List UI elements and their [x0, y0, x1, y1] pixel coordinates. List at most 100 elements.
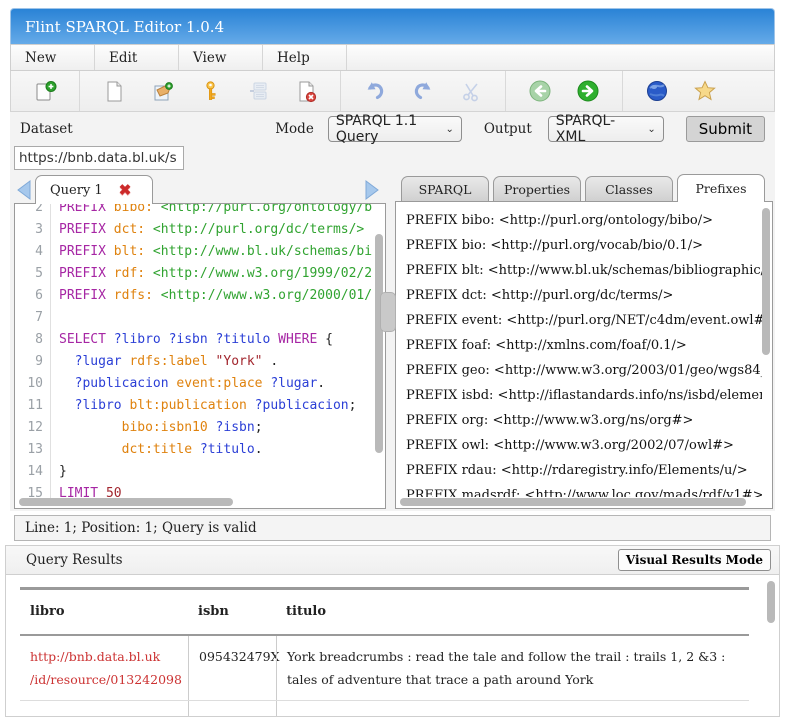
- code-text: SELECT ?libro ?isbn ?titulo WHERE {: [51, 329, 333, 351]
- code-text: PREFIX rdf: <http://www.w3.org/1999/02/2: [51, 263, 372, 285]
- code-line: 5PREFIX rdf: <http://www.w3.org/1999/02/…: [15, 263, 385, 285]
- tab-properties[interactable]: Properties: [493, 176, 581, 202]
- code-token: ?publicacion: [247, 398, 349, 413]
- tab-scroll-right-icon[interactable]: [364, 180, 380, 200]
- undo-icon[interactable]: [363, 79, 387, 103]
- results-vscroll-thumb[interactable]: [767, 581, 775, 623]
- panel-hscroll-thumb[interactable]: [400, 498, 746, 506]
- code-line: 7: [15, 307, 385, 329]
- app-window: Flint SPARQL Editor 1.0.4 New Edit View …: [10, 8, 775, 717]
- code-token: ;: [349, 398, 357, 413]
- controls-row: Dataset Mode SPARQL 1.1 Query ⌄ Output S…: [10, 112, 775, 144]
- prefix-item[interactable]: PREFIX org: <http://www.w3.org/ns/org#>: [406, 408, 762, 433]
- code-token: WHERE: [270, 332, 317, 347]
- code-token: ?isbn: [208, 420, 255, 435]
- panel-splitter-handle[interactable]: [380, 292, 396, 332]
- code-text: dct:title ?titulo.: [51, 439, 263, 461]
- results-vertical-scrollbar: [766, 575, 776, 716]
- line-number: 8: [15, 329, 51, 351]
- close-tab-icon[interactable]: ✖: [119, 183, 132, 198]
- code-token: ?lugar: [59, 354, 122, 369]
- hand-page-icon[interactable]: [150, 79, 174, 103]
- result-uri-link[interactable]: http://bnb.data.bl.uk: [30, 710, 178, 716]
- prefix-item[interactable]: PREFIX owl: <http://www.w3.org/2002/07/o…: [406, 433, 762, 458]
- prefix-item[interactable]: PREFIX foaf: <http://xmlns.com/foaf/0.1/…: [406, 333, 762, 358]
- prefix-item[interactable]: PREFIX bio: <http://purl.org/vocab/bio/0…: [406, 233, 762, 258]
- editor-hscroll-thumb[interactable]: [19, 498, 234, 506]
- prefix-item[interactable]: PREFIX bibo: <http://purl.org/ontology/b…: [406, 208, 762, 233]
- delete-page-icon[interactable]: [294, 79, 318, 103]
- result-uri-link[interactable]: /id/resource/013242098: [30, 668, 178, 691]
- code-token: .: [317, 376, 325, 391]
- prefix-list: PREFIX bibo: <http://purl.org/ontology/b…: [396, 202, 772, 509]
- code-token: PREFIX: [59, 288, 106, 303]
- editor-vscroll-thumb[interactable]: [375, 234, 383, 453]
- menu-view[interactable]: View: [179, 45, 263, 70]
- menu-bar: New Edit View Help: [10, 44, 775, 71]
- save-page-icon: [246, 79, 270, 103]
- code-line: 9 ?lugar rdfs:label "York" .: [15, 351, 385, 373]
- line-number: 11: [15, 395, 51, 417]
- editor-vertical-scrollbar: [374, 204, 384, 508]
- menu-new[interactable]: New: [11, 45, 95, 70]
- code-line: 4PREFIX blt: <http://www.bl.uk/schemas/b…: [15, 241, 385, 263]
- code-token: <http://purl.org/ontology/b: [153, 203, 372, 215]
- star-icon[interactable]: [693, 79, 717, 103]
- tab-sparql[interactable]: SPARQL: [401, 176, 489, 202]
- code-editor[interactable]: 2PREFIX bibo: <http://purl.org/ontology/…: [14, 203, 386, 509]
- prefix-item[interactable]: PREFIX blt: <http://www.bl.uk/schemas/bi…: [406, 258, 762, 283]
- menu-help[interactable]: Help: [263, 45, 347, 70]
- prefix-item[interactable]: PREFIX rdau: <http://rdaregistry.info/El…: [406, 458, 762, 483]
- code-line: 3PREFIX dct: <http://purl.org/dc/terms/>: [15, 219, 385, 241]
- tab-classes[interactable]: Classes: [585, 176, 673, 202]
- chevron-down-icon: ⌄: [445, 124, 453, 135]
- submit-button[interactable]: Submit: [686, 116, 765, 142]
- code-token: ?lugar: [263, 376, 318, 391]
- code-token: PREFIX: [59, 222, 106, 237]
- tab-scroll-left-icon[interactable]: [16, 180, 32, 200]
- key-icon[interactable]: [198, 79, 222, 103]
- code-line: 8SELECT ?libro ?isbn ?titulo WHERE {: [15, 329, 385, 351]
- query-results-section: Query Results Visual Results Mode libro …: [5, 545, 780, 717]
- query-tab[interactable]: Query 1 ✖: [35, 175, 153, 204]
- results-title: Query Results: [26, 552, 123, 568]
- prefix-item[interactable]: PREFIX geo: <http://www.w3.org/2003/01/g…: [406, 358, 762, 383]
- status-bar: Line: 1; Position: 1; Query is valid: [14, 515, 771, 541]
- status-text: Line: 1; Position: 1; Query is valid: [25, 520, 257, 536]
- visual-results-mode-button[interactable]: Visual Results Mode: [618, 549, 771, 571]
- prefix-item[interactable]: PREFIX event: <http://purl.org/NET/c4dm/…: [406, 308, 762, 333]
- page-plus-icon[interactable]: [33, 79, 57, 103]
- redo-icon[interactable]: [411, 79, 435, 103]
- code-text: ?libro blt:publication ?publicacion;: [51, 395, 356, 417]
- scissors-icon: [459, 79, 483, 103]
- blank-page-icon[interactable]: [102, 79, 126, 103]
- results-body: libro isbn titulo http://bnb.data.bl.uk/…: [6, 575, 779, 716]
- result-uri-link[interactable]: http://bnb.data.bl.uk: [30, 645, 178, 668]
- prefix-item[interactable]: PREFIX dct: <http://purl.org/dc/terms/>: [406, 283, 762, 308]
- result-cell-isbn: 095432479X: [188, 636, 276, 700]
- output-select[interactable]: SPARQL-XML ⌄: [548, 116, 664, 142]
- code-text: PREFIX rdfs: <http://www.w3.org/2000/01/: [51, 285, 372, 307]
- code-token: <http://purl.org/dc/terms/>: [145, 222, 364, 237]
- forward-arrow-icon[interactable]: [576, 79, 600, 103]
- line-number: 5: [15, 263, 51, 285]
- code-token: rdfs:: [106, 288, 153, 303]
- code-token: ?publicacion: [59, 376, 169, 391]
- query-tab-strip: Query 1 ✖: [14, 172, 386, 204]
- code-lines: 2PREFIX bibo: <http://purl.org/ontology/…: [15, 203, 385, 505]
- code-token: .: [255, 442, 263, 457]
- code-token: <http://www.w3.org/2000/01/: [153, 288, 372, 303]
- tab-prefixes[interactable]: Prefixes: [677, 174, 765, 202]
- toolbar-group-edit: [341, 71, 506, 111]
- globe-icon[interactable]: [645, 79, 669, 103]
- panel-horizontal-scrollbar: [396, 497, 772, 507]
- mode-select[interactable]: SPARQL 1.1 Query ⌄: [328, 116, 462, 142]
- result-cell-libro: http://bnb.data.bl.uk/id/resource/013527…: [20, 701, 188, 716]
- line-number: 3: [15, 219, 51, 241]
- code-text: PREFIX dct: <http://purl.org/dc/terms/>: [51, 219, 364, 241]
- code-token: {: [317, 332, 333, 347]
- dataset-input[interactable]: [14, 146, 184, 170]
- menu-edit[interactable]: Edit: [95, 45, 179, 70]
- panel-vscroll-thumb[interactable]: [762, 208, 770, 355]
- prefix-item[interactable]: PREFIX isbd: <http://iflastandards.info/…: [406, 383, 762, 408]
